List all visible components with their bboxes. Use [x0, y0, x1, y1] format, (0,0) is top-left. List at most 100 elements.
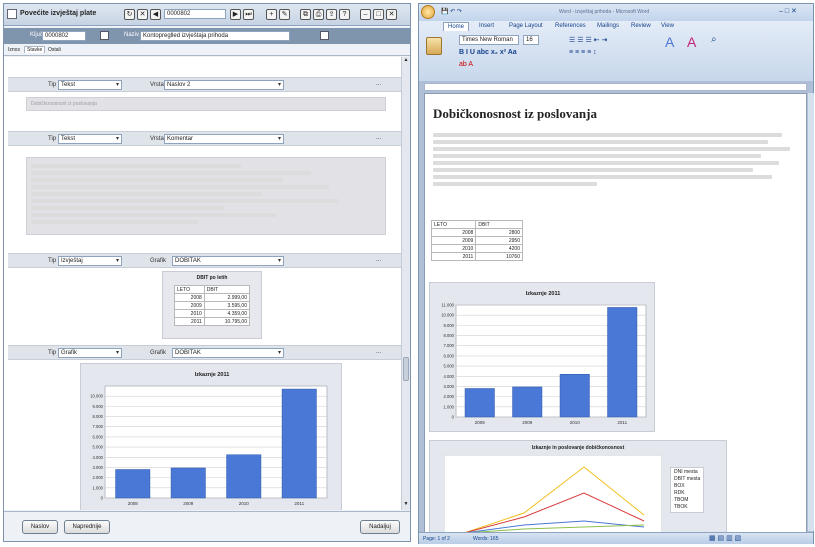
section-4-kind-select[interactable]: DOBITAK [172, 348, 284, 358]
scroll-thumb[interactable] [403, 357, 409, 381]
tab-references[interactable]: References [551, 22, 590, 30]
text-line [433, 133, 783, 137]
paragraph-icons[interactable]: ☰ ☰ ☰ ⇤ ⇥ [569, 36, 607, 44]
tab-stavke[interactable]: Stavke [24, 46, 46, 53]
report-table-box: DBIT po letih LETO DBIT 2008 2.999,00 200… [162, 271, 262, 339]
refresh-icon[interactable]: ↻ [124, 9, 135, 20]
table-cell: 2008 [430, 228, 477, 237]
text-line [31, 192, 262, 196]
close-record-icon[interactable]: ✕ [137, 9, 148, 20]
tab-view[interactable]: View [657, 22, 678, 30]
id-checkbox[interactable] [100, 31, 109, 40]
ruler[interactable] [424, 83, 807, 91]
section-4-type-select[interactable]: Grafik [58, 348, 122, 358]
tab-insert[interactable]: Insert [475, 22, 498, 30]
y-tick-label: 8.000 [93, 414, 104, 419]
y-tick-label: 7.000 [93, 424, 104, 429]
section-1-more-button[interactable]: ... [376, 81, 381, 87]
continue-button[interactable]: Nadaljuj [360, 520, 400, 534]
advanced-button[interactable]: Naprednije [64, 520, 110, 534]
format-icons[interactable]: B I U abc x₂ x² Aa [459, 49, 517, 56]
tab-home[interactable]: Home [443, 22, 470, 31]
section-2-kind-select[interactable]: Komentar [164, 134, 284, 144]
section-3-type-label: Tip [48, 258, 57, 264]
section-1-type-label: Tip [48, 82, 57, 88]
document-page[interactable]: Dobičkonosnost iz poslovanja LETO DBIT 2… [424, 93, 807, 533]
table-row: 2009 2950 [430, 236, 523, 245]
y-tick-label: 11.000 [442, 303, 455, 308]
section-1-type-select[interactable]: Tekst [58, 80, 122, 90]
section-3-kind-label: Grafik [150, 258, 167, 264]
table-cell: 2.999,00 [203, 293, 251, 302]
print-icon[interactable]: ⎙ [313, 9, 324, 20]
text-line [31, 171, 311, 175]
x-tick-label: 2010 [570, 420, 581, 425]
new-icon[interactable]: + [266, 9, 277, 20]
section-4-type-label: Tip [48, 350, 57, 356]
table-cell: 2011 [430, 252, 477, 261]
report-editor-window: Povećite izvještaj plate ↻ ✕ ◀ 0000802 ▶… [3, 3, 411, 542]
section-1-content[interactable]: Dobičkonosnost iz poslovanja [26, 97, 386, 111]
footer-bar: Naslov Naprednije Nadaljuj [4, 511, 410, 541]
section-4-more-button[interactable]: ... [376, 349, 381, 355]
tab-mailings[interactable]: Mailings [593, 22, 623, 30]
id-field[interactable]: 0000802 [42, 31, 86, 41]
font-size-box[interactable]: 16 [523, 35, 539, 45]
section-2-more-button[interactable]: ... [376, 135, 381, 141]
scroll-up-icon[interactable]: ▲ [402, 57, 410, 65]
styles-icon[interactable]: A [665, 34, 683, 54]
close-icon[interactable]: ✕ [386, 9, 397, 20]
record-selector-value: 0000802 [167, 11, 191, 17]
tab-ostali[interactable]: Ostali [48, 47, 61, 53]
quick-access-icons[interactable]: 💾 ↶ ↷ [441, 8, 462, 15]
record-selector[interactable]: 0000802 [164, 9, 226, 19]
paste-button[interactable] [423, 35, 445, 73]
font-name-box[interactable]: Times New Roman [459, 35, 519, 45]
minimize-icon[interactable]: – [360, 9, 371, 20]
text-line [433, 175, 772, 179]
change-styles-icon[interactable]: A [687, 34, 705, 54]
right-chart-box: Izkaznje 2011 0 1.000 2.000 3.000 4.000 5.000 6… [429, 282, 655, 432]
y-tick-label: 1.000 [444, 404, 455, 409]
color-icons[interactable]: ab A [459, 61, 473, 68]
view-icons[interactable]: ▦ ▤ ▥ ▧ [709, 534, 741, 542]
doc-paragraph [433, 130, 797, 189]
section-3-kind-select[interactable]: DOBITAK [172, 256, 284, 266]
tab-review[interactable]: Review [627, 22, 655, 30]
section-3-more-button[interactable]: ... [376, 257, 381, 263]
maximize-icon[interactable]: □ [373, 9, 384, 20]
export-icon[interactable]: ⇪ [326, 9, 337, 20]
help-icon[interactable]: ? [339, 9, 350, 20]
y-tick-label: 10.000 [90, 394, 103, 399]
y-tick-label: 6.000 [93, 434, 104, 439]
status-words: Words: 165 [473, 536, 499, 542]
editing-icon[interactable]: ⌕ [711, 34, 717, 45]
line-chart-title: Izkaznje in poslovanje dobičkonosnost [531, 445, 625, 451]
align-icons[interactable]: ≡ ≡ ≡ ≡ ↕ [569, 49, 597, 56]
text-line [31, 199, 339, 203]
section-3-type-select[interactable]: Izvještaj [58, 256, 122, 266]
chart-title: Izkaznje 2011 [195, 372, 230, 378]
section-2-content[interactable] [26, 157, 386, 235]
next-icon[interactable]: ▶ [230, 9, 241, 20]
app-icon [7, 9, 17, 19]
table-cell: 4200 [475, 244, 523, 253]
first-button[interactable]: Naslov [22, 520, 58, 534]
office-button-icon[interactable] [421, 5, 435, 19]
word-vertical-scrollbar[interactable] [808, 93, 814, 531]
edit-icon[interactable]: ✎ [279, 9, 290, 20]
last-icon[interactable]: ⏭ [243, 9, 254, 20]
section-2-type-select[interactable]: Tekst [58, 134, 122, 144]
window-controls-icon[interactable]: – □ ✕ [779, 7, 797, 15]
prev-icon[interactable]: ◀ [150, 9, 161, 20]
y-tick-label: 3.000 [93, 465, 104, 470]
section-1-kind-select[interactable]: Naslov 2 [164, 80, 284, 90]
scroll-down-icon[interactable]: ▼ [402, 501, 410, 509]
name-checkbox[interactable] [320, 31, 329, 40]
tab-page-layout[interactable]: Page Layout [505, 22, 547, 30]
table-header-row: LETO DBIT [174, 285, 251, 294]
vertical-scrollbar[interactable]: ▲ ▼ [401, 57, 410, 510]
copy-icon[interactable]: ⧉ [300, 9, 311, 20]
name-field[interactable]: Kontopreglled izvještaja prihoda [140, 31, 290, 41]
tab-iznos[interactable]: Iznos [8, 47, 20, 53]
